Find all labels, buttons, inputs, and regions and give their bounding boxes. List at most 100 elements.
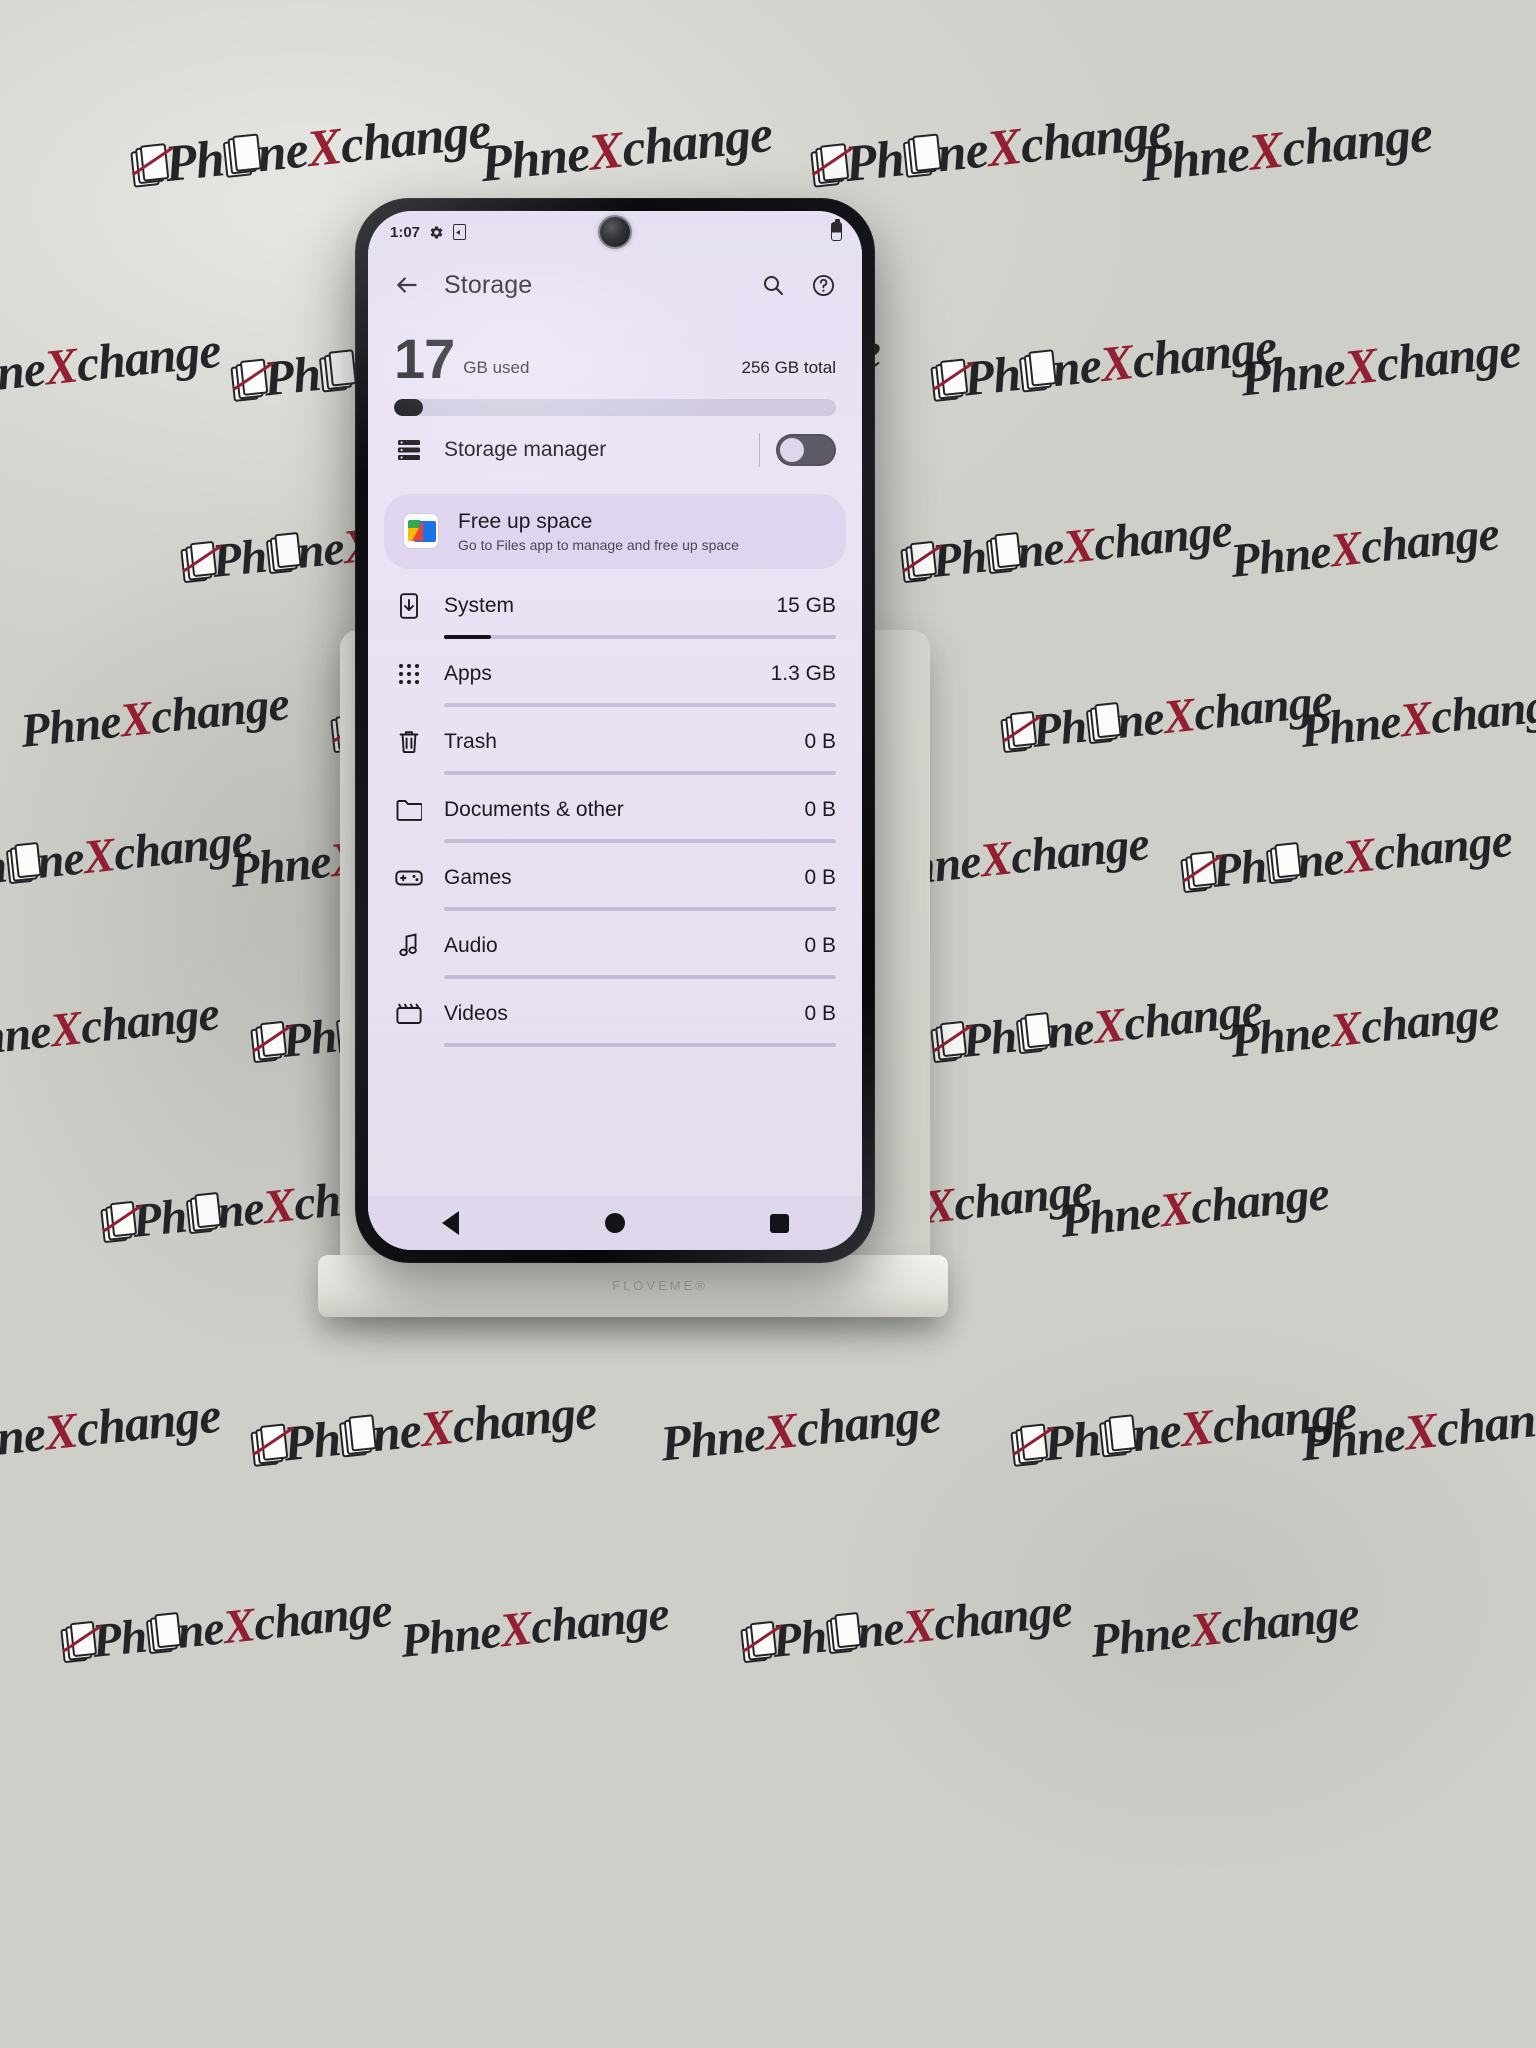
storage-usage-bar bbox=[394, 398, 836, 416]
status-bar-left: 1:07 bbox=[390, 223, 467, 241]
toggle-knob bbox=[780, 437, 804, 462]
storage-category-bar-fill bbox=[444, 634, 492, 639]
phonexchange-logo-icon bbox=[100, 1201, 142, 1246]
phonexchange-logo-icon bbox=[740, 1621, 782, 1666]
storage-category-label: Apps bbox=[444, 661, 492, 685]
free-up-space-subtitle: Go to Files app to manage and free up sp… bbox=[458, 536, 739, 553]
storage-usage-bar-fill bbox=[394, 398, 424, 416]
storage-category-label: Trash bbox=[444, 729, 497, 753]
phonexchange-logo-icon bbox=[1015, 1012, 1053, 1057]
storage-category-row[interactable]: Apps 1.3 GB bbox=[368, 645, 862, 707]
storage-category-value: 0 B bbox=[804, 729, 836, 753]
storage-category-value: 15 GB bbox=[776, 593, 836, 617]
used-unit-label: GB used bbox=[463, 357, 530, 377]
phonexchange-logo-icon bbox=[902, 132, 942, 181]
vertical-divider bbox=[759, 432, 760, 467]
free-up-space-card[interactable]: Free up space Go to Files app to manage … bbox=[384, 493, 846, 569]
stand-brand-label: FLOVEME® bbox=[612, 1278, 708, 1293]
status-bar-right bbox=[831, 219, 842, 241]
phone-device: 1:07 Storage 17 GB used 256 GB total Sto… bbox=[355, 198, 875, 1263]
trash-icon bbox=[394, 729, 424, 754]
gear-icon bbox=[429, 225, 444, 240]
storage-category-bar bbox=[444, 702, 836, 707]
storage-content: 17 GB used 256 GB total Storage manager … bbox=[368, 317, 862, 1047]
help-circle-icon[interactable] bbox=[804, 266, 842, 304]
storage-category-bar bbox=[444, 634, 836, 639]
storage-category-value: 0 B bbox=[804, 933, 836, 957]
phonexchange-logo-icon bbox=[810, 142, 855, 191]
storage-category-list: System 15 GB Apps 1.3 GB Trash 0 B Documents &… bbox=[368, 577, 862, 1047]
phonexchange-logo-icon bbox=[1180, 851, 1222, 896]
video-icon bbox=[394, 1003, 424, 1025]
storage-manager-row[interactable]: Storage manager bbox=[368, 416, 862, 484]
phonexchange-logo-icon bbox=[1265, 842, 1303, 887]
phone-screen: 1:07 Storage 17 GB used 256 GB total Sto… bbox=[368, 211, 862, 1250]
system-update-icon bbox=[394, 592, 424, 619]
nav-back-icon[interactable] bbox=[431, 1204, 469, 1242]
phonexchange-logo-icon bbox=[1099, 1414, 1138, 1461]
phonexchange-logo-icon bbox=[1085, 702, 1123, 747]
storage-category-value: 0 B bbox=[804, 1001, 836, 1025]
phonexchange-logo-icon bbox=[250, 1423, 294, 1470]
phonexchange-logo-icon bbox=[145, 1612, 183, 1657]
storage-category-value: 1.3 GB bbox=[770, 661, 836, 685]
phonexchange-logo-icon bbox=[319, 349, 358, 396]
storage-category-bar bbox=[444, 838, 836, 843]
free-up-space-title: Free up space bbox=[458, 509, 593, 533]
phonexchange-logo-icon bbox=[130, 142, 175, 191]
phonexchange-logo-icon bbox=[825, 1612, 863, 1657]
storage-category-bar bbox=[444, 906, 836, 911]
storage-category-bar bbox=[444, 770, 836, 775]
storage-category-label: Documents & other bbox=[444, 797, 624, 821]
storage-manager-label: Storage manager bbox=[444, 437, 607, 461]
phonexchange-logo-icon bbox=[250, 1021, 292, 1066]
phonexchange-logo-icon bbox=[185, 1192, 223, 1237]
front-camera-punch-hole bbox=[600, 217, 630, 247]
search-icon[interactable] bbox=[754, 266, 792, 304]
storage-category-label: System bbox=[444, 593, 515, 617]
phonexchange-logo-icon bbox=[1000, 711, 1042, 756]
screen-content: 1:07 Storage 17 GB used 256 GB total Sto… bbox=[368, 211, 862, 1250]
nav-recents-icon[interactable] bbox=[761, 1204, 799, 1242]
phonexchange-logo-icon bbox=[1019, 349, 1058, 396]
storage-category-row[interactable]: Trash 0 B bbox=[368, 713, 862, 775]
storage-manager-toggle[interactable] bbox=[776, 433, 836, 466]
phonexchange-logo-icon bbox=[900, 541, 942, 586]
files-app-icon bbox=[404, 514, 438, 549]
storage-category-row[interactable]: Games 0 B bbox=[368, 849, 862, 911]
storage-category-label: Videos bbox=[444, 1001, 508, 1025]
status-bar: 1:07 bbox=[368, 211, 862, 253]
sim-card-icon bbox=[453, 224, 467, 240]
status-time: 1:07 bbox=[390, 223, 421, 241]
app-bar: Storage bbox=[368, 253, 862, 317]
storage-category-value: 0 B bbox=[804, 865, 836, 889]
phonexchange-logo-icon bbox=[930, 1021, 972, 1066]
phonexchange-logo-icon bbox=[180, 541, 222, 586]
phonexchange-logo-icon bbox=[339, 1414, 378, 1461]
phonexchange-logo-icon bbox=[985, 532, 1023, 577]
storage-category-bar bbox=[444, 974, 836, 979]
phonexchange-logo-icon bbox=[265, 532, 303, 577]
storage-category-label: Games bbox=[444, 865, 512, 889]
storage-category-label: Audio bbox=[444, 933, 498, 957]
phonexchange-logo-icon bbox=[5, 842, 43, 887]
nav-home-icon[interactable] bbox=[596, 1204, 634, 1242]
arrow-back-icon[interactable] bbox=[388, 266, 426, 304]
gamepad-icon bbox=[394, 868, 424, 888]
free-up-space-text: Free up space Go to Files app to manage … bbox=[458, 510, 739, 553]
storage-usage-summary: 17 GB used 256 GB total bbox=[368, 317, 862, 390]
storage-category-row[interactable]: System 15 GB bbox=[368, 577, 862, 639]
storage-category-row[interactable]: Audio 0 B bbox=[368, 917, 862, 979]
storage-category-row[interactable]: Documents & other 0 B bbox=[368, 781, 862, 843]
total-capacity-label: 256 GB total bbox=[741, 357, 836, 377]
phonexchange-logo-icon bbox=[930, 358, 974, 405]
storage-category-row[interactable]: Videos 0 B bbox=[368, 985, 862, 1047]
storage-category-bar bbox=[444, 1042, 836, 1047]
app-bar-actions bbox=[754, 266, 842, 304]
music-note-icon bbox=[394, 933, 424, 958]
used-amount: 17 bbox=[394, 327, 455, 390]
storage-manager-toggle-group bbox=[759, 432, 836, 467]
page-title: Storage bbox=[444, 270, 533, 299]
phonexchange-logo-icon bbox=[222, 132, 262, 181]
battery-icon bbox=[831, 219, 842, 241]
